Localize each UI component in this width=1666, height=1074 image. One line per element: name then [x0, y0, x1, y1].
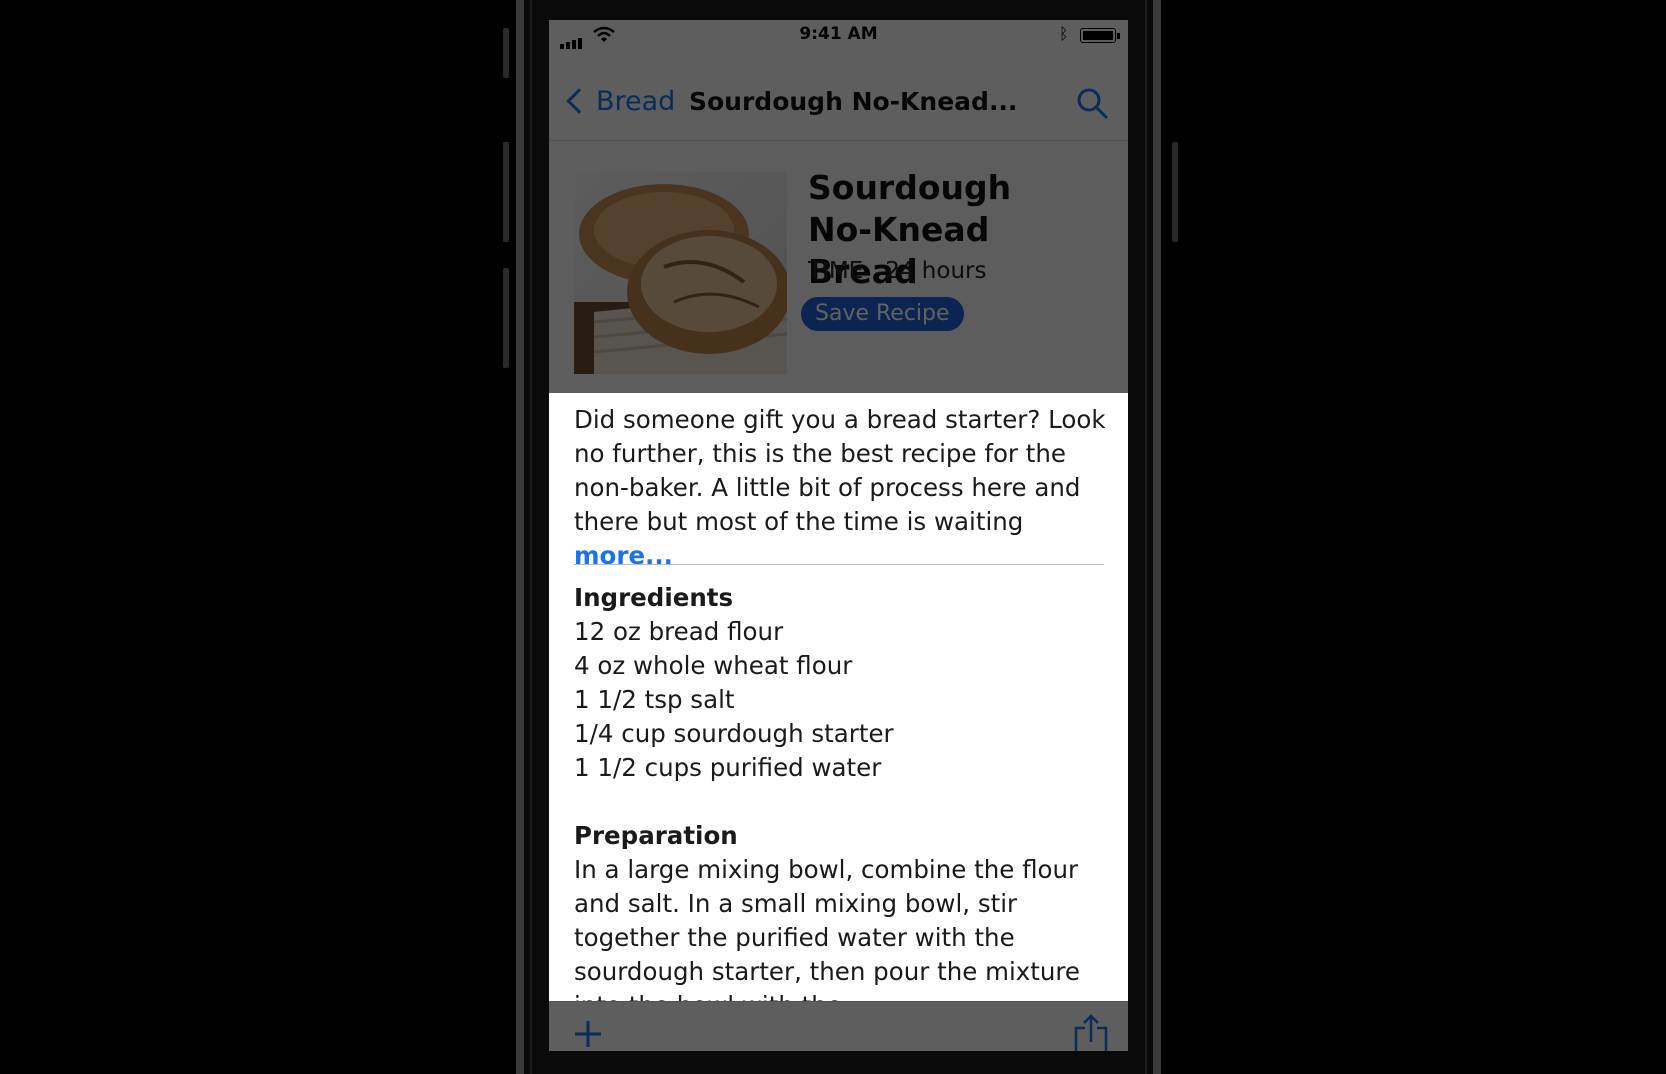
- more-link[interactable]: more...: [574, 541, 673, 570]
- save-recipe-button[interactable]: Save Recipe: [801, 297, 964, 331]
- battery-icon: [1080, 28, 1116, 43]
- recipe-title-line1: Sourdough: [808, 168, 1012, 207]
- volume-down-button: [503, 268, 509, 368]
- ingredient-item: 12 oz bread flour: [574, 617, 784, 646]
- phone-screen: 9:41 AM ᛒ Bread Sourdough No-Knead... So…: [549, 20, 1128, 1051]
- share-icon[interactable]: [1073, 1014, 1109, 1051]
- search-icon[interactable]: [1075, 86, 1109, 120]
- recipe-header: Sourdough No-Knead Bread TIME 24 hours Sa…: [549, 141, 1128, 393]
- preparation-text: In a large mixing bowl, combine the flou…: [574, 855, 1081, 1020]
- ingredients-list: 12 oz bread flour 4 oz whole wheat flour…: [574, 615, 894, 785]
- status-time: 9:41 AM: [799, 24, 878, 44]
- ingredients-heading: Ingredients: [574, 583, 734, 612]
- ingredient-item: 1/4 cup sourdough starter: [574, 719, 894, 748]
- recipe-content: Did someone gift you a bread starter? Lo…: [549, 393, 1128, 1020]
- ingredient-item: 1 1/2 cups purified water: [574, 753, 882, 782]
- bread-photo: [574, 172, 787, 374]
- back-button-label: Bread: [596, 85, 676, 117]
- mute-switch: [503, 28, 509, 78]
- bluetooth-icon: ᛒ: [1059, 24, 1069, 43]
- volume-up-button: [503, 142, 509, 242]
- intro-text: Did someone gift you a bread starter? Lo…: [574, 405, 1106, 536]
- ingredient-item: 4 oz whole wheat flour: [574, 651, 853, 680]
- plus-icon[interactable]: [572, 1018, 604, 1050]
- time-label: TIME: [808, 258, 864, 284]
- recipe-time: TIME 24 hours: [808, 258, 986, 284]
- status-bar: 9:41 AM ᛒ: [549, 20, 1128, 50]
- navigation-bar: Bread Sourdough No-Knead...: [549, 50, 1128, 141]
- preparation-heading: Preparation: [574, 821, 738, 850]
- bread-loaves-illustration: [574, 184, 787, 374]
- back-button[interactable]: Bread: [560, 85, 676, 117]
- battery-tip: [1117, 33, 1120, 39]
- bottom-toolbar: [549, 1001, 1128, 1051]
- ingredient-item: 1 1/2 tsp salt: [574, 685, 735, 714]
- time-value: 24 hours: [885, 258, 987, 284]
- chevron-left-icon: [566, 88, 592, 114]
- nav-title: Sourdough No-Knead...: [689, 87, 1018, 116]
- divider: [574, 564, 1104, 565]
- recipe-intro: Did someone gift you a bread starter? Lo…: [574, 403, 1109, 573]
- power-button: [1172, 142, 1178, 242]
